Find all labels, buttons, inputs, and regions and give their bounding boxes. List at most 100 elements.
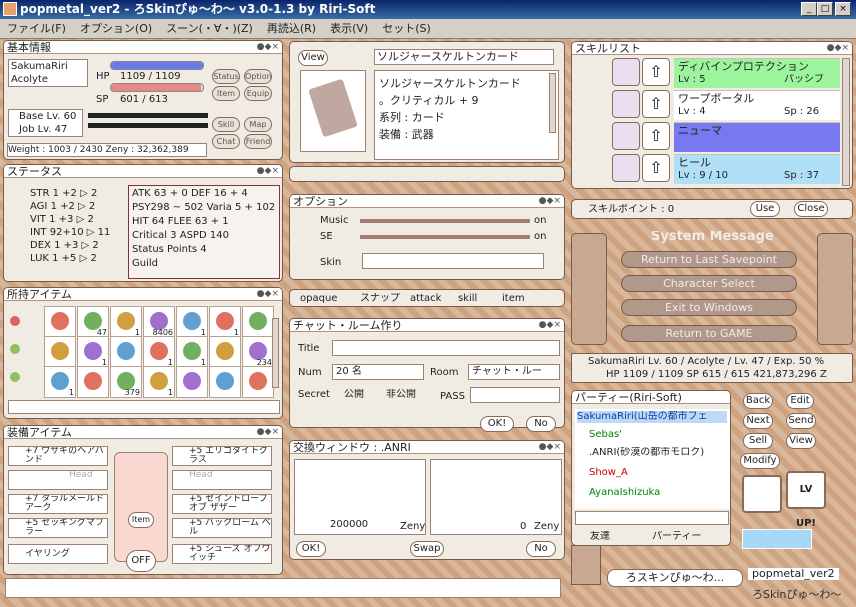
skill-drag-icon[interactable]: ⇧ bbox=[642, 122, 670, 150]
equip-shield[interactable]: +5 バックローム ベル bbox=[172, 518, 272, 538]
party-member[interactable]: Sebas' bbox=[589, 429, 622, 441]
panel-controls-icon[interactable]: ●◆× bbox=[539, 195, 561, 207]
chat-ok-button[interactable]: OK! bbox=[480, 416, 514, 432]
skill-drag-icon[interactable]: ⇧ bbox=[642, 58, 670, 86]
equip-head-top[interactable]: +7 ウサギのヘアバンド bbox=[8, 446, 108, 466]
skill-row[interactable]: ニューマ bbox=[674, 122, 840, 152]
trade-swap-button[interactable]: Swap bbox=[410, 541, 444, 557]
chat-pass-input[interactable] bbox=[470, 387, 560, 403]
inventory-slot[interactable] bbox=[209, 336, 241, 368]
inventory-slot[interactable]: 1 bbox=[110, 306, 142, 338]
inventory-slot[interactable] bbox=[44, 336, 76, 368]
chat-button[interactable]: Chat bbox=[212, 134, 240, 149]
chat-num-select[interactable]: 20 名 bbox=[332, 364, 424, 380]
menu-option[interactable]: オプション(O) bbox=[73, 19, 159, 38]
attack-checkbox[interactable]: attack bbox=[410, 293, 441, 305]
trade-ok-button[interactable]: OK! bbox=[296, 541, 326, 557]
panel-controls-icon[interactable]: ●◆× bbox=[257, 165, 279, 177]
party-sell-button[interactable]: Sell bbox=[743, 433, 773, 449]
skill-scrollbar[interactable] bbox=[842, 58, 850, 186]
skill-checkbox[interactable]: skill bbox=[458, 293, 477, 305]
party-member[interactable]: Show_A bbox=[589, 467, 628, 479]
panel-controls-icon[interactable]: ●◆× bbox=[257, 288, 279, 300]
chat-private-radio[interactable]: 非公開 bbox=[386, 389, 416, 401]
panel-controls-icon[interactable]: ●◆× bbox=[539, 319, 561, 331]
inventory-slot[interactable]: 379 bbox=[110, 366, 142, 398]
tab-equip-icon[interactable] bbox=[10, 344, 20, 354]
equip-off-button[interactable]: OFF bbox=[126, 550, 156, 572]
skill-use-button[interactable]: Use bbox=[750, 201, 780, 217]
map-button[interactable]: Map bbox=[244, 117, 272, 132]
se-on[interactable]: on bbox=[534, 231, 546, 243]
inventory-slot[interactable] bbox=[176, 366, 208, 398]
equip-muffler[interactable]: +5 セッキングマフラー bbox=[8, 518, 108, 538]
inventory-slot[interactable]: 1 bbox=[143, 366, 175, 398]
skill-close-button[interactable]: Close bbox=[794, 201, 828, 217]
inventory-slot[interactable] bbox=[242, 366, 274, 398]
inventory-slot[interactable]: 1 bbox=[77, 336, 109, 368]
chat-title-input[interactable] bbox=[332, 340, 560, 356]
friend-button[interactable]: Friend bbox=[244, 134, 272, 149]
inventory-slot[interactable] bbox=[209, 366, 241, 398]
tab-etc-icon[interactable] bbox=[10, 372, 20, 382]
menu-soon[interactable]: スーン(・∀・)(Z) bbox=[159, 19, 260, 38]
party-tab[interactable]: パーティー bbox=[652, 531, 701, 543]
panel-controls-icon[interactable]: ●◆× bbox=[827, 42, 849, 54]
inventory-slot[interactable]: 8406 bbox=[143, 306, 175, 338]
skin-select[interactable] bbox=[362, 253, 544, 269]
party-member[interactable]: AyanaIshizuka bbox=[589, 487, 660, 499]
equip-item-button[interactable]: Item bbox=[128, 512, 154, 528]
equip-head-low-2[interactable]: Head bbox=[172, 470, 272, 490]
status-button[interactable]: Status bbox=[212, 69, 240, 84]
chat-input[interactable] bbox=[5, 578, 561, 598]
inventory-slot[interactable]: 47 bbox=[77, 306, 109, 338]
skill-icon[interactable] bbox=[612, 90, 640, 118]
tab-item-icon[interactable] bbox=[10, 316, 20, 326]
menu-file[interactable]: ファイル(F) bbox=[0, 19, 73, 38]
skill-icon[interactable] bbox=[612, 154, 640, 182]
snap-checkbox[interactable]: スナップ bbox=[360, 293, 400, 305]
equip-armor[interactable]: +7 タラルメールドアーク bbox=[8, 494, 108, 514]
se-slider[interactable] bbox=[360, 235, 530, 239]
equip-shoes[interactable]: +5 シューズ オブウイッチ bbox=[172, 544, 272, 564]
opaque-checkbox[interactable]: opaque bbox=[300, 293, 337, 305]
skill-row[interactable]: ヒール Lv : 9 / 10 Sp : 37 bbox=[674, 154, 840, 184]
inventory-slot[interactable] bbox=[77, 366, 109, 398]
menu-set[interactable]: セット(S) bbox=[375, 19, 438, 38]
skin-menu-button[interactable]: ろスキンぴゅ〜わ... bbox=[607, 569, 743, 587]
item-button[interactable]: Item bbox=[212, 86, 240, 101]
friend-tab[interactable]: 友達 bbox=[590, 531, 610, 543]
view-button[interactable]: View bbox=[298, 50, 328, 66]
party-toolbar[interactable] bbox=[575, 511, 729, 525]
party-member[interactable]: .ANRI(砂漠の都市モロク) bbox=[589, 447, 704, 459]
equip-garment[interactable]: +5 セイントローブ オブ ザザー bbox=[172, 494, 272, 514]
equip-accessory-left[interactable]: イヤリング bbox=[8, 544, 108, 564]
card-scrollbar[interactable] bbox=[549, 73, 556, 133]
party-send-button[interactable]: Send bbox=[786, 413, 816, 429]
music-on[interactable]: on bbox=[534, 215, 546, 227]
chat-room-select[interactable]: チャット・ルー bbox=[468, 364, 560, 380]
party-back-button[interactable]: Back bbox=[743, 393, 773, 409]
return-game-button[interactable]: Return to GAME bbox=[621, 325, 797, 342]
inventory-slot[interactable] bbox=[110, 336, 142, 368]
inventory-slot[interactable]: 1 bbox=[44, 366, 76, 398]
return-savepoint-button[interactable]: Return to Last Savepoint bbox=[621, 251, 797, 268]
equip-head-low[interactable]: Head bbox=[8, 470, 108, 490]
trade-no-button[interactable]: No bbox=[526, 541, 556, 557]
skill-drag-icon[interactable]: ⇧ bbox=[642, 90, 670, 118]
inventory-slot[interactable] bbox=[44, 306, 76, 338]
menu-view[interactable]: 表示(V) bbox=[323, 19, 375, 38]
hotbar-strip[interactable] bbox=[289, 166, 565, 182]
chat-no-button[interactable]: No bbox=[526, 416, 556, 432]
item-checkbox[interactable]: item bbox=[502, 293, 525, 305]
party-emblem-slot[interactable] bbox=[742, 475, 782, 513]
party-view-button[interactable]: View bbox=[786, 433, 816, 449]
inventory-slot[interactable]: 1 bbox=[143, 336, 175, 368]
party-next-button[interactable]: Next bbox=[743, 413, 773, 429]
skill-icon[interactable] bbox=[612, 122, 640, 150]
skill-row[interactable]: ワープポータル Lv : 4 Sp : 26 bbox=[674, 90, 840, 120]
inventory-slot[interactable]: 234 bbox=[242, 336, 274, 368]
skill-button[interactable]: Skill bbox=[212, 117, 240, 132]
maximize-button[interactable]: □ bbox=[817, 2, 833, 16]
panel-controls-icon[interactable]: ●◆× bbox=[257, 41, 279, 53]
